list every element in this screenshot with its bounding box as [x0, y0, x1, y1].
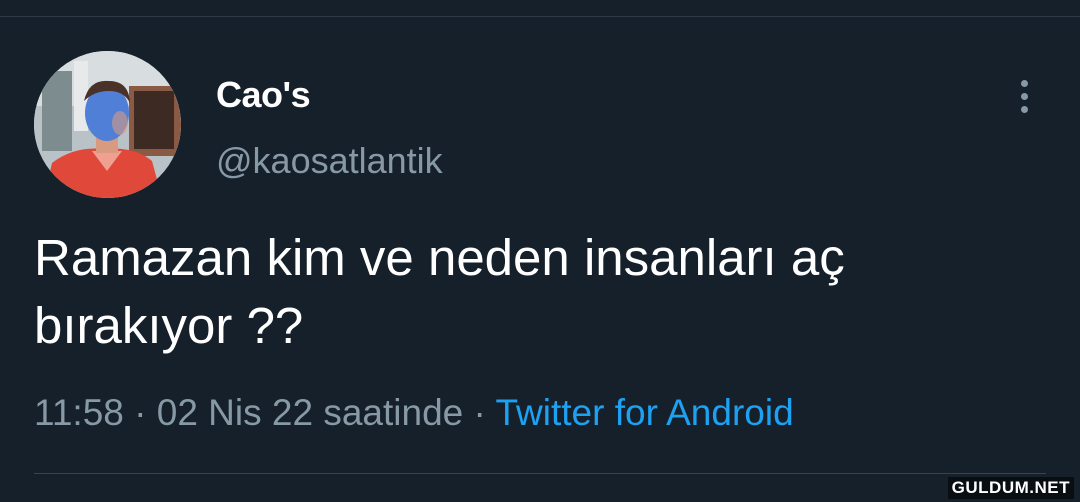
- watermark: GULDUM.NET: [947, 477, 1074, 499]
- meta-separator: ·: [134, 392, 147, 433]
- more-vertical-icon[interactable]: [1006, 72, 1042, 120]
- bottom-divider: [34, 473, 1046, 474]
- top-divider: [0, 16, 1080, 17]
- more-dot: [1020, 79, 1028, 87]
- avatar-photo: [34, 51, 181, 198]
- meta-separator: ·: [473, 392, 486, 433]
- tweet-text: Ramazan kim ve neden insanları aç bırakı…: [34, 224, 1034, 360]
- more-dot: [1020, 105, 1028, 113]
- tweet-date[interactable]: 02 Nis 22 saatinde: [157, 392, 463, 433]
- more-dot: [1020, 92, 1028, 100]
- avatar[interactable]: [34, 51, 181, 198]
- tweet-text-line: bırakıyor ??: [34, 297, 304, 354]
- tweet-meta: 11:58 · 02 Nis 22 saatinde · Twitter for…: [34, 392, 794, 434]
- tweet-source-link[interactable]: Twitter for Android: [495, 392, 793, 433]
- user-handle[interactable]: @kaosatlantik: [216, 140, 443, 182]
- tweet-time[interactable]: 11:58: [34, 392, 124, 433]
- display-name[interactable]: Cao's: [216, 74, 311, 116]
- tweet-text-line: Ramazan kim ve neden insanları aç: [34, 229, 845, 286]
